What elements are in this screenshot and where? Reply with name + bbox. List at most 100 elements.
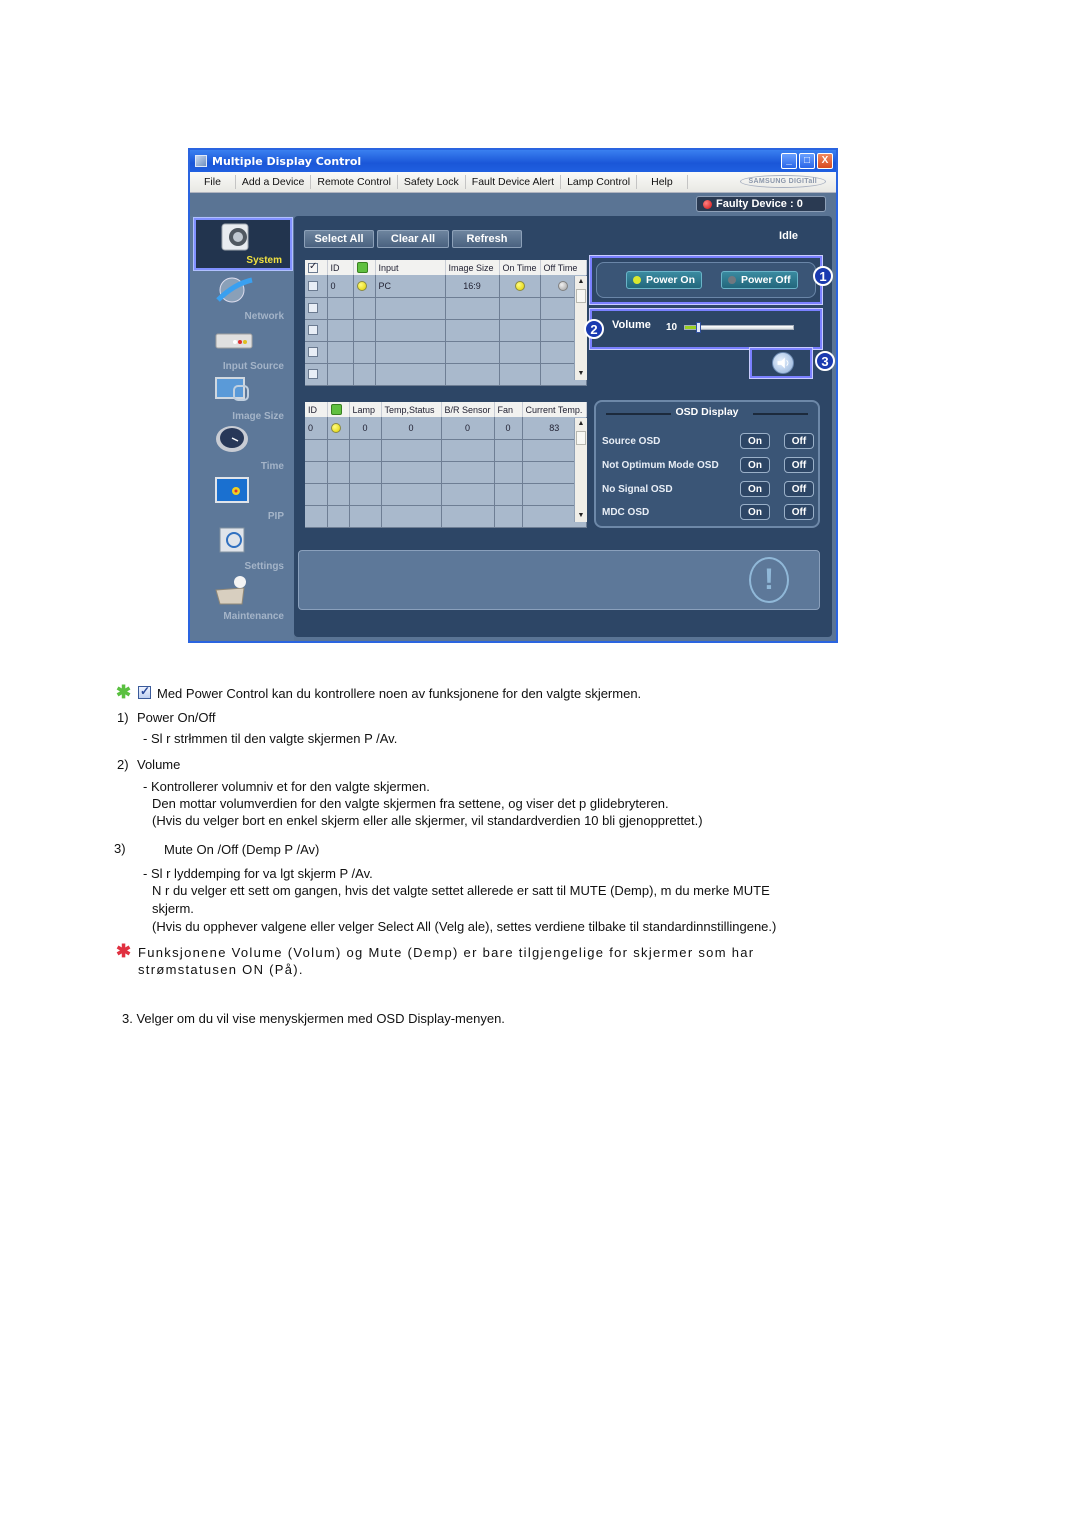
app-icon [195,155,207,167]
item-title: Power On/Off [137,710,216,725]
table-row[interactable]: 0 0 0 0 0 83 [305,417,588,440]
item-description: Den mottar volumverdien for den valgte s… [152,796,669,811]
speaker-icon [777,357,789,369]
speaker-mute-button[interactable] [772,352,794,374]
refresh-button[interactable]: Refresh [452,230,522,248]
scroll-down-icon[interactable]: ▼ [576,511,586,521]
column-header-power [353,260,376,275]
volume-label: Volume [612,319,651,331]
checkbox-icon [308,261,318,273]
table-row[interactable] [305,461,588,484]
sidebar-label: System [246,255,282,266]
menu-remote-control[interactable]: Remote Control [311,175,398,189]
minimize-button[interactable]: _ [781,153,797,169]
column-header: Input [375,260,446,275]
item-description: - Kontrollerer volumniv et for den valgt… [143,779,430,794]
volume-slider-thumb[interactable] [695,322,701,333]
exclamation-icon: ! [749,557,789,603]
column-header: On Time [499,260,541,275]
source-osd-off-button[interactable]: Off [784,433,814,449]
sidebar-item-pip[interactable]: PIP [194,472,292,524]
power-off-button[interactable]: Power Off [721,271,798,289]
sidebar-item-image-size[interactable]: Image Size [194,372,292,424]
sidebar-label: Maintenance [223,611,284,622]
sidebar-item-settings[interactable]: Settings [194,522,292,574]
menu-add-device[interactable]: Add a Device [236,175,312,189]
led-icon [633,276,641,284]
menu-safety-lock[interactable]: Safety Lock [398,175,466,189]
not-optimum-osd-off-button[interactable]: Off [784,457,814,473]
mdc-osd-off-button[interactable]: Off [784,504,814,520]
sidebar: System Network Input Source Image Size T… [190,216,294,641]
callout-badge-3: 3 [815,351,835,371]
row-checkbox[interactable] [305,275,328,298]
clear-all-button[interactable]: Clear All [377,230,449,248]
row-checkbox[interactable] [305,341,328,364]
cell-on-time [499,275,541,298]
power-on-button[interactable]: Power On [626,271,703,289]
checkbox-icon [308,347,318,358]
not-optimum-osd-on-button[interactable]: On [740,457,770,473]
power-off-label: Power Off [741,274,791,286]
status-table: ID Lamp Temp,Status B/R Sensor Fan Curre… [305,402,588,528]
item-description: skjerm. [152,901,194,916]
sidebar-label: Input Source [222,361,284,372]
close-button[interactable]: X [817,153,833,169]
item-number: 3) [114,841,126,856]
row-checkbox[interactable] [305,297,328,320]
column-header: Off Time [540,260,588,275]
faulty-device-indicator: Faulty Device : 0 [696,196,826,212]
row-checkbox[interactable] [305,319,328,342]
scroll-thumb[interactable] [576,289,586,303]
menu-fault-device-alert[interactable]: Fault Device Alert [466,175,562,189]
column-header: Fan [494,402,523,417]
sidebar-item-time[interactable]: Time [194,422,292,474]
no-signal-osd-off-button[interactable]: Off [784,481,814,497]
mute-section [749,347,813,379]
sidebar-item-input-source[interactable]: Input Source [194,322,292,374]
clock-icon [216,426,248,452]
status-table-scrollbar[interactable]: ▲ ▼ [574,418,587,522]
menu-lamp-control[interactable]: Lamp Control [561,175,638,189]
select-all-button[interactable]: Select All [304,230,374,248]
table-row[interactable] [305,297,588,320]
scroll-up-icon[interactable]: ▲ [576,277,586,287]
title-bar: Multiple Display Control _ □ X [190,150,836,172]
menu-help[interactable]: Help [637,175,688,189]
osd-row-label: No Signal OSD [602,484,673,495]
sidebar-item-system[interactable]: System [193,217,293,271]
maximize-button[interactable]: □ [799,153,815,169]
settings-icon [219,527,245,553]
menu-file[interactable]: File [190,175,236,189]
volume-slider[interactable] [684,322,794,333]
item-description: - Sl r lyddemping for va lgt skjerm P /A… [143,866,373,881]
scroll-thumb[interactable] [576,431,586,445]
sidebar-label: Settings [244,561,284,572]
no-signal-osd-on-button[interactable]: On [740,481,770,497]
table-row[interactable] [305,505,588,528]
table-row[interactable] [305,439,588,462]
maintenance-icon [215,576,246,605]
table-row[interactable] [305,363,588,386]
select-all-checkbox[interactable] [305,260,328,275]
item-number: 2) [117,757,129,772]
scroll-up-icon[interactable]: ▲ [576,419,586,429]
checkbox-icon [308,281,318,292]
table-row[interactable] [305,341,588,364]
item-title: Mute On /Off (Demp P /Av) [164,842,320,857]
sidebar-item-network[interactable]: Network [194,272,292,324]
scroll-down-icon[interactable]: ▼ [576,369,586,379]
checkbox-icon [308,325,318,336]
table-row[interactable]: 0 PC 16:9 [305,275,588,298]
table-row[interactable] [305,483,588,506]
mdc-osd-on-button[interactable]: On [740,504,770,520]
led-icon [728,276,736,284]
sidebar-item-maintenance[interactable]: Maintenance [194,572,292,624]
source-osd-on-button[interactable]: On [740,433,770,449]
table-row[interactable] [305,319,588,342]
row-checkbox[interactable] [305,363,328,386]
sidebar-label: Image Size [232,411,284,422]
checkbox-icon [308,303,318,314]
column-header: ID [327,260,354,275]
led-off-icon [558,281,569,292]
